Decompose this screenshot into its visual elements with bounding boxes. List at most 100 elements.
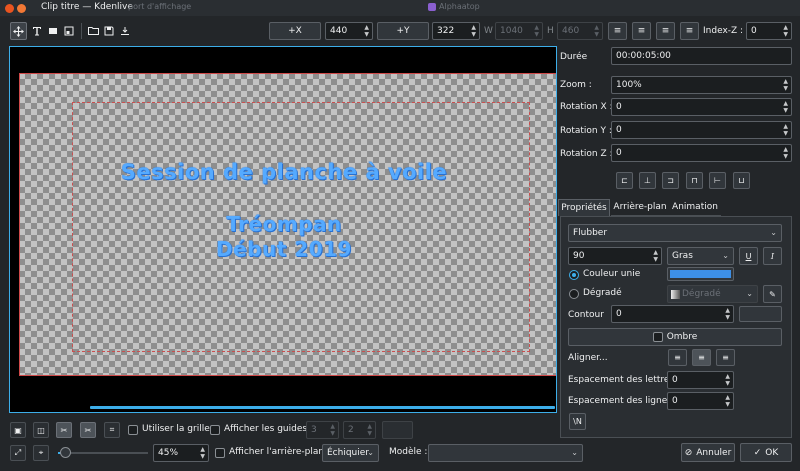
align-item-right-button[interactable]: ⊐ <box>662 172 679 189</box>
wrap-text-button[interactable]: \N <box>569 413 586 430</box>
align-item-left-button[interactable]: ⊏ <box>616 172 633 189</box>
text-align-center-button[interactable]: ≡ <box>692 349 711 366</box>
solid-color-radio[interactable] <box>569 270 579 280</box>
guide-v-spinbox: 2 ▲ ▼ <box>343 421 376 439</box>
align-item-vcenter-button[interactable]: ⊢ <box>709 172 726 189</box>
rotation-y-label: Rotation Y : <box>560 126 612 136</box>
y-position-spinbox[interactable]: 322 ▲ ▼ <box>432 22 480 40</box>
show-guides-checkbox[interactable] <box>210 425 220 435</box>
underline-button[interactable]: U <box>739 247 758 265</box>
spin-arrows-icon[interactable]: ▲ ▼ <box>653 249 658 263</box>
crop-frame-icon[interactable]: ⌗ <box>104 422 120 438</box>
zoom-percent-spinbox[interactable]: 45% ▲ ▼ <box>153 444 209 462</box>
font-size-spinbox[interactable]: 90 ▲ ▼ <box>568 247 662 265</box>
rotation-z-spinbox[interactable]: 0 ▲ ▼ <box>611 144 792 162</box>
rotation-z-value: 0 <box>616 148 622 158</box>
spin-arrows-icon[interactable]: ▲ ▼ <box>783 146 788 160</box>
shadow-checkbox[interactable] <box>652 332 663 342</box>
letter-spacing-spinbox[interactable]: 0 ▲ ▼ <box>667 371 734 389</box>
spin-arrows-icon[interactable]: ▲ ▼ <box>471 24 476 38</box>
title-text-line-2[interactable]: Tréompan <box>10 212 556 236</box>
title-text-line-3[interactable]: Début 2019 <box>10 237 556 261</box>
use-grid-checkbox[interactable] <box>128 425 138 435</box>
save-icon[interactable] <box>102 24 116 38</box>
template-select[interactable]: ⌄ <box>428 444 583 462</box>
fit-zoom-icon[interactable]: ⤢ <box>10 445 26 461</box>
text-tool-icon[interactable] <box>30 24 44 38</box>
scissors-icon[interactable]: ✂ <box>56 422 72 438</box>
solid-color-label: Couleur unie <box>583 269 641 279</box>
spin-arrows-icon[interactable]: ▲ ▼ <box>200 446 205 460</box>
zoom-spinbox[interactable]: 100% ▲ ▼ <box>611 76 792 94</box>
align-item-bottom-button[interactable]: ⊔ <box>733 172 750 189</box>
align-top-left-button[interactable]: ≡ <box>608 22 627 40</box>
text-align-left-button[interactable]: ≡ <box>668 349 687 366</box>
align-left-button[interactable]: ≡ <box>632 22 651 40</box>
align-left-icon: ⊏ <box>621 176 628 185</box>
spin-arrows-icon[interactable]: ▲ ▼ <box>783 24 788 38</box>
spin-arrows-icon[interactable]: ▲ ▼ <box>364 24 369 38</box>
tab-background[interactable]: Arrière-plan <box>611 199 669 216</box>
zoom-slider-track[interactable] <box>58 447 148 458</box>
ok-button[interactable]: ✓ OK <box>740 443 792 462</box>
line-spacing-spinbox[interactable]: 0 ▲ ▼ <box>667 392 734 410</box>
outline-color-button[interactable] <box>739 306 782 322</box>
font-select[interactable]: Flubber ⌄ <box>568 224 782 242</box>
duration-field[interactable]: 00:00:05:00 <box>611 47 792 65</box>
align-right-button[interactable]: ≡ <box>656 22 675 40</box>
guide-h-spinbox: 3 ▲ ▼ <box>306 421 339 439</box>
italic-button[interactable]: I <box>763 247 782 265</box>
plus-y-button[interactable]: +Y <box>377 22 429 40</box>
show-background-label: Afficher l'arrière-plan <box>229 447 325 457</box>
background-type-select[interactable]: Échiquier ⌄ <box>322 444 379 462</box>
title-text-line-1[interactable]: Session de planche à voile <box>10 160 556 184</box>
spin-arrows-icon[interactable]: ▲ ▼ <box>725 373 730 387</box>
spin-arrows-icon[interactable]: ▲ ▼ <box>783 78 788 92</box>
solid-color-button[interactable] <box>667 267 734 281</box>
tab-animation[interactable]: Animation <box>669 199 721 216</box>
shadow-toggle-button[interactable]: Ombre <box>568 328 782 346</box>
y-position-value: 322 <box>437 26 455 36</box>
folder-open-icon[interactable] <box>86 24 100 38</box>
plus-x-button[interactable]: +X <box>269 22 321 40</box>
spin-arrows-icon[interactable]: ▲ ▼ <box>725 394 730 408</box>
select-tool-button[interactable] <box>10 22 27 40</box>
toggle-frame-icon[interactable]: ◫ <box>33 422 49 438</box>
align-item-top-button[interactable]: ⊓ <box>686 172 703 189</box>
align-bottom-button[interactable]: ≡ <box>680 22 699 40</box>
tab-properties[interactable]: Propriétés <box>558 199 610 216</box>
outline-spinbox[interactable]: 0 ▲ ▼ <box>611 305 734 323</box>
background-window-title-right: Alphaatop <box>439 2 480 11</box>
toggle-background-icon[interactable]: ▣ <box>10 422 26 438</box>
image-tool-icon[interactable] <box>62 24 76 38</box>
rotation-x-label: Rotation X : <box>560 102 613 112</box>
spin-arrows-icon[interactable]: ▲ ▼ <box>783 123 788 137</box>
font-weight-select[interactable]: Gras ⌄ <box>667 247 734 265</box>
rectangle-tool-icon[interactable] <box>46 24 60 38</box>
align-item-hcenter-button[interactable]: ⊥ <box>639 172 656 189</box>
show-background-checkbox[interactable] <box>215 448 225 458</box>
z-index-label: Index-Z : <box>703 26 744 36</box>
spin-arrows-icon[interactable]: ▲ ▼ <box>725 307 730 321</box>
horizontal-scrollbar[interactable] <box>90 406 555 409</box>
x-position-spinbox[interactable]: 440 ▲ ▼ <box>325 22 373 40</box>
cancel-button[interactable]: ⊘ Annuler <box>681 443 735 462</box>
title-canvas[interactable]: Session de planche à voile Tréompan Débu… <box>9 46 557 413</box>
background-type-value: Échiquier <box>327 448 369 458</box>
download-icon[interactable] <box>118 24 132 38</box>
crop-icon[interactable]: ✂ <box>80 422 96 438</box>
original-size-icon[interactable]: ⌖ <box>33 445 49 461</box>
rotation-y-spinbox[interactable]: 0 ▲ ▼ <box>611 121 792 139</box>
z-index-spinbox[interactable]: 0 ▲ ▼ <box>746 22 792 40</box>
minimize-window-icon[interactable] <box>17 4 26 13</box>
gradient-radio[interactable] <box>569 289 579 299</box>
close-window-icon[interactable] <box>5 4 14 13</box>
spin-arrows-icon[interactable]: ▲ ▼ <box>783 100 788 114</box>
rotation-x-spinbox[interactable]: 0 ▲ ▼ <box>611 98 792 116</box>
ok-label: OK <box>765 447 779 458</box>
text-align-right-button[interactable]: ≡ <box>716 349 735 366</box>
checkmark-icon: ✓ <box>753 447 762 458</box>
zoom-slider-handle[interactable] <box>60 447 71 458</box>
align-vcenter-icon: ⊢ <box>714 176 721 185</box>
edit-gradient-button[interactable]: ✎ <box>763 285 782 303</box>
